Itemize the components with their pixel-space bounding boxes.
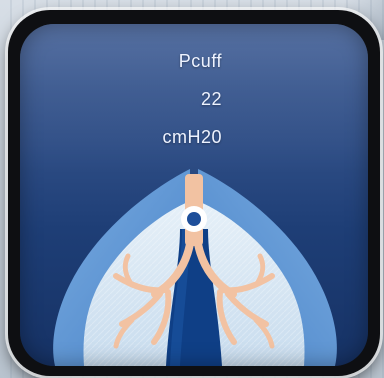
pcuff-app-tile[interactable]: Pcuff 22 cmH20 bbox=[8, 10, 380, 376]
parameter-unit: cmH20 bbox=[162, 127, 222, 147]
parameter-readout: Pcuff 22 cmH20 bbox=[162, 50, 222, 164]
tile-screen: Pcuff 22 cmH20 bbox=[20, 24, 368, 366]
parameter-name: Pcuff bbox=[178, 51, 222, 71]
parameter-value: 22 bbox=[200, 89, 222, 109]
